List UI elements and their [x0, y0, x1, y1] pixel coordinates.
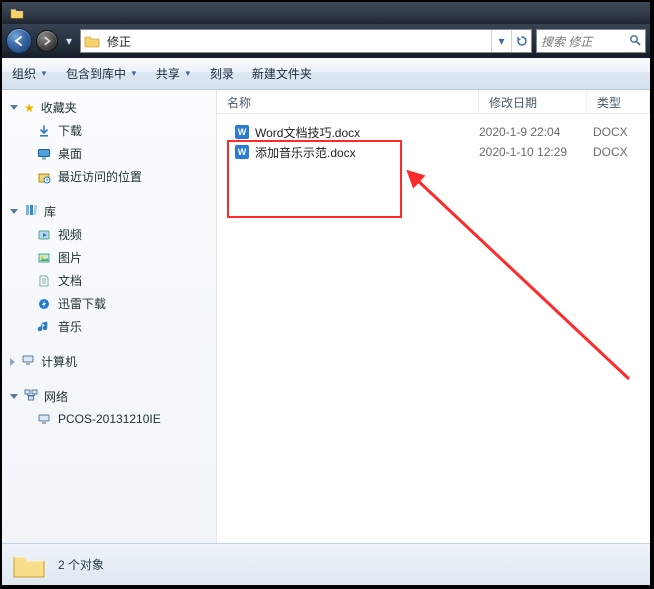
sidebar-item-network-pc[interactable]: PCOS-20131210IE	[2, 408, 216, 430]
sidebar-item-music[interactable]: 音乐	[2, 315, 216, 338]
sidebar-item-label: PCOS-20131210IE	[58, 412, 161, 426]
file-date: 2020-1-10 12:29	[479, 145, 587, 159]
computer-label: 计算机	[41, 353, 77, 370]
search-placeholder: 搜索 修正	[541, 33, 592, 50]
burn-label: 刻录	[210, 65, 234, 82]
expand-icon	[10, 394, 18, 399]
sidebar-item-recent[interactable]: 最近访问的位置	[2, 165, 216, 188]
sidebar-item-videos[interactable]: 视频	[2, 223, 216, 246]
explorer-window: ▾ 修正 ▾ 搜索 修正 组织 ▼ 包含到库中 ▼	[0, 0, 652, 587]
file-name: Word文档技巧.docx	[255, 124, 360, 141]
new-folder-button[interactable]: 新建文件夹	[252, 65, 312, 82]
sidebar-item-documents[interactable]: 文档	[2, 269, 216, 292]
sidebar-item-desktop[interactable]: 桌面	[2, 142, 216, 165]
sidebar-item-label: 桌面	[58, 145, 82, 162]
videos-icon	[36, 227, 52, 243]
share-label: 共享	[156, 65, 180, 82]
sidebar-item-label: 迅雷下载	[58, 295, 106, 312]
refresh-icon[interactable]	[511, 30, 531, 52]
favorites-group: ★ 收藏夹 下载 桌面 最近访问的位置	[2, 96, 216, 188]
sidebar-item-label: 音乐	[58, 318, 82, 335]
include-in-library-menu[interactable]: 包含到库中 ▼	[66, 65, 138, 82]
column-type[interactable]: 类型	[587, 90, 650, 113]
new-folder-label: 新建文件夹	[252, 65, 312, 82]
forward-button[interactable]	[36, 30, 58, 52]
word-doc-icon: W	[235, 125, 249, 139]
network-header[interactable]: 网络	[2, 385, 216, 408]
file-type: DOCX	[587, 145, 650, 159]
status-bar: 2 个对象	[2, 543, 650, 585]
include-label: 包含到库中	[66, 65, 126, 82]
sidebar-item-thunder[interactable]: 迅雷下载	[2, 292, 216, 315]
window-folder-icon	[10, 7, 24, 19]
file-row[interactable]: W Word文档技巧.docx 2020-1-9 22:04 DOCX	[217, 122, 650, 142]
network-group: 网络 PCOS-20131210IE	[2, 385, 216, 430]
word-doc-icon: W	[235, 145, 249, 159]
favorites-icon: ★	[24, 101, 35, 115]
file-date: 2020-1-9 22:04	[479, 125, 587, 139]
annotation-arrow	[367, 164, 647, 404]
expand-icon	[10, 358, 15, 366]
downloads-icon	[36, 123, 52, 139]
column-date[interactable]: 修改日期	[479, 90, 587, 113]
expand-icon	[10, 209, 18, 214]
sidebar-item-label: 下载	[58, 122, 82, 139]
libraries-header[interactable]: 库	[2, 200, 216, 223]
navigation-pane: ★ 收藏夹 下载 桌面 最近访问的位置	[2, 90, 217, 543]
file-row[interactable]: W 添加音乐示范.docx 2020-1-10 12:29 DOCX	[217, 142, 650, 162]
address-folder-icon	[81, 30, 103, 52]
status-folder-icon	[12, 551, 46, 579]
sidebar-item-label: 最近访问的位置	[58, 168, 142, 185]
column-headers: 名称 修改日期 类型	[217, 90, 650, 114]
column-name[interactable]: 名称	[217, 90, 479, 113]
status-count: 2 个对象	[58, 556, 104, 573]
pictures-icon	[36, 250, 52, 266]
sidebar-item-label: 视频	[58, 226, 82, 243]
computer-icon	[21, 353, 35, 370]
recent-icon	[36, 169, 52, 185]
favorites-label: 收藏夹	[41, 99, 77, 116]
desktop-icon	[36, 146, 52, 162]
address-bar[interactable]: 修正 ▾	[80, 29, 532, 53]
back-button[interactable]	[6, 28, 32, 54]
sidebar-item-label: 文档	[58, 272, 82, 289]
expand-icon	[10, 105, 18, 110]
address-path: 修正	[103, 33, 491, 50]
sidebar-item-label: 图片	[58, 249, 82, 266]
nav-bar: ▾ 修正 ▾ 搜索 修正	[2, 24, 650, 58]
file-name: 添加音乐示范.docx	[255, 144, 356, 161]
chevron-down-icon: ▼	[40, 69, 48, 78]
command-bar: 组织 ▼ 包含到库中 ▼ 共享 ▼ 刻录 新建文件夹	[2, 58, 650, 90]
address-dropdown-icon[interactable]: ▾	[491, 30, 511, 52]
file-list: W Word文档技巧.docx 2020-1-9 22:04 DOCX W 添加…	[217, 114, 650, 543]
libraries-label: 库	[44, 203, 56, 220]
computer-header[interactable]: 计算机	[2, 350, 216, 373]
search-icon	[629, 34, 641, 49]
chevron-down-icon: ▼	[184, 69, 192, 78]
libraries-icon	[24, 203, 38, 220]
organize-menu[interactable]: 组织 ▼	[12, 65, 48, 82]
chevron-down-icon: ▼	[130, 69, 138, 78]
network-label: 网络	[44, 388, 68, 405]
network-icon	[24, 388, 38, 405]
file-pane: 名称 修改日期 类型 W Word文档技巧.docx 2020-1-9 22:0…	[217, 90, 650, 543]
documents-icon	[36, 273, 52, 289]
computer-group: 计算机	[2, 350, 216, 373]
search-box[interactable]: 搜索 修正	[536, 29, 646, 53]
share-menu[interactable]: 共享 ▼	[156, 65, 192, 82]
history-dropdown-icon[interactable]: ▾	[62, 28, 76, 54]
sidebar-item-pictures[interactable]: 图片	[2, 246, 216, 269]
thunder-icon	[36, 296, 52, 312]
organize-label: 组织	[12, 65, 36, 82]
explorer-body: ★ 收藏夹 下载 桌面 最近访问的位置	[2, 90, 650, 543]
file-type: DOCX	[587, 125, 650, 139]
burn-button[interactable]: 刻录	[210, 65, 234, 82]
libraries-group: 库 视频 图片 文档 迅雷下载	[2, 200, 216, 338]
frame-bar	[2, 2, 650, 24]
favorites-header[interactable]: ★ 收藏夹	[2, 96, 216, 119]
music-icon	[36, 319, 52, 335]
sidebar-item-downloads[interactable]: 下载	[2, 119, 216, 142]
pc-icon	[36, 411, 52, 427]
